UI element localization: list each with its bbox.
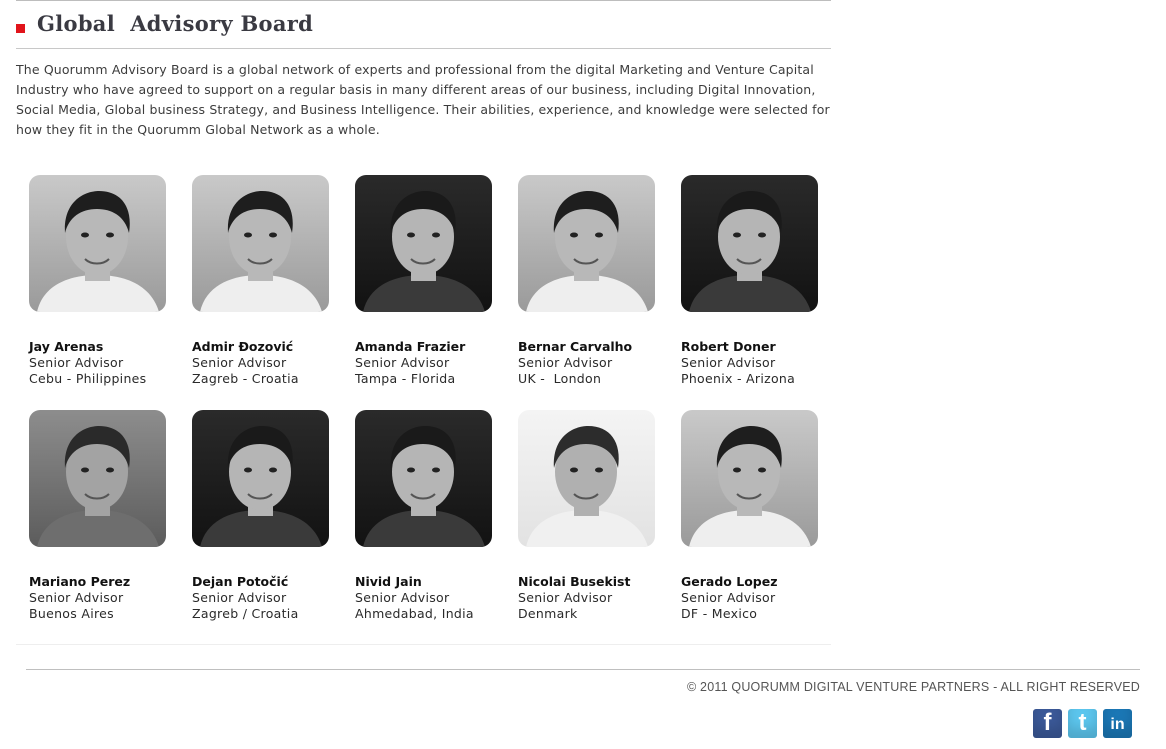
advisor-photo [681, 175, 818, 312]
advisor-location: Ahmedabad, India [355, 606, 474, 621]
footer-divider [26, 669, 1140, 670]
facebook-glyph: f [1043, 709, 1052, 736]
advisor-card: Nicolai Busekist Senior Advisor Denmark [518, 410, 668, 622]
portrait-image [192, 410, 329, 547]
social-links: f t in [1033, 709, 1132, 738]
advisor-photo [355, 175, 492, 312]
advisor-name: Gerado Lopez [681, 574, 778, 589]
advisor-name: Dejan Potočić [192, 574, 289, 589]
top-divider [16, 0, 831, 1]
portrait-image [355, 410, 492, 547]
intro-paragraph: The Quorumm Advisory Board is a global n… [16, 62, 830, 137]
portrait-image [192, 175, 329, 312]
advisor-location: Cebu - Philippines [29, 371, 147, 386]
portrait-image [518, 410, 655, 547]
advisor-role: Senior Advisor [355, 590, 450, 605]
copyright-text: © 2011 QUORUMM DIGITAL VENTURE PARTNERS … [686, 680, 1140, 694]
linkedin-icon[interactable]: in [1103, 709, 1132, 738]
advisor-location: Denmark [518, 606, 578, 621]
advisor-photo [518, 410, 655, 547]
advisor-name: Nicolai Busekist [518, 574, 631, 589]
advisor-name: Admir Đozović [192, 339, 294, 354]
advisor-card: Bernar Carvalho Senior Advisor UK - London [518, 175, 668, 387]
advisor-photo [355, 410, 492, 547]
advisor-location: Zagreb / Croatia [192, 606, 299, 621]
advisor-role: Senior Advisor [29, 590, 124, 605]
red-bullet-icon [16, 24, 25, 33]
advisor-card: Dejan Potočić Senior Advisor Zagreb / Croa… [192, 410, 342, 622]
advisor-location: Buenos Aires [29, 606, 114, 621]
advisor-card: Gerado Lopez Senior Advisor DF - Mexico [681, 410, 831, 622]
advisor-location: Phoenix - Arizona [681, 371, 796, 386]
twitter-glyph: t [1078, 709, 1087, 736]
linkedin-glyph: in [1110, 716, 1125, 733]
advisor-card: Mariano Perez Senior Advisor Buenos Aires [29, 410, 179, 622]
advisor-location: UK - London [518, 371, 602, 386]
advisor-name: Jay Arenas [29, 339, 104, 354]
portrait-image [29, 410, 166, 547]
advisor-name: Nivid Jain [355, 574, 422, 589]
advisor-role: Senior Advisor [355, 355, 450, 370]
facebook-icon[interactable]: f [1033, 709, 1062, 738]
advisor-photo [681, 410, 818, 547]
advisor-name: Amanda Frazier [355, 339, 466, 354]
portrait-image [681, 410, 818, 547]
advisor-role: Senior Advisor [192, 590, 287, 605]
twitter-icon[interactable]: t [1068, 709, 1097, 738]
advisor-role: Senior Advisor [29, 355, 124, 370]
advisor-card: Robert Doner Senior Advisor Phoenix - Ariz… [681, 175, 831, 387]
advisor-photo [518, 175, 655, 312]
advisor-name: Mariano Perez [29, 574, 131, 589]
page-title: Global Advisory Board [37, 11, 314, 36]
advisor-name: Bernar Carvalho [518, 339, 633, 354]
advisor-location: DF - Mexico [681, 606, 758, 621]
advisor-role: Senior Advisor [681, 355, 776, 370]
page-header: Global Advisory Board [16, 10, 831, 49]
advisor-card: Admir Đozović Senior Advisor Zagreb - Croa… [192, 175, 342, 387]
grid-divider [16, 644, 831, 645]
advisor-location: Tampa - Florida [355, 371, 456, 386]
portrait-image [29, 175, 166, 312]
advisor-role: Senior Advisor [681, 590, 776, 605]
advisor-photo [29, 410, 166, 547]
portrait-image [355, 175, 492, 312]
advisor-photo [192, 175, 329, 312]
advisor-card: Amanda Frazier Senior Advisor Tampa - Flor… [355, 175, 505, 387]
advisor-name: Robert Doner [681, 339, 776, 354]
advisor-card: Nivid Jain Senior Advisor Ahmedabad, India [355, 410, 505, 622]
advisor-role: Senior Advisor [192, 355, 287, 370]
advisor-role: Senior Advisor [518, 590, 613, 605]
portrait-image [681, 175, 818, 312]
advisor-role: Senior Advisor [518, 355, 613, 370]
advisor-location: Zagreb - Croatia [192, 371, 299, 386]
portrait-image [518, 175, 655, 312]
advisor-photo [192, 410, 329, 547]
advisor-card: Jay Arenas Senior Advisor Cebu - Philippin… [29, 175, 179, 387]
advisor-photo [29, 175, 166, 312]
